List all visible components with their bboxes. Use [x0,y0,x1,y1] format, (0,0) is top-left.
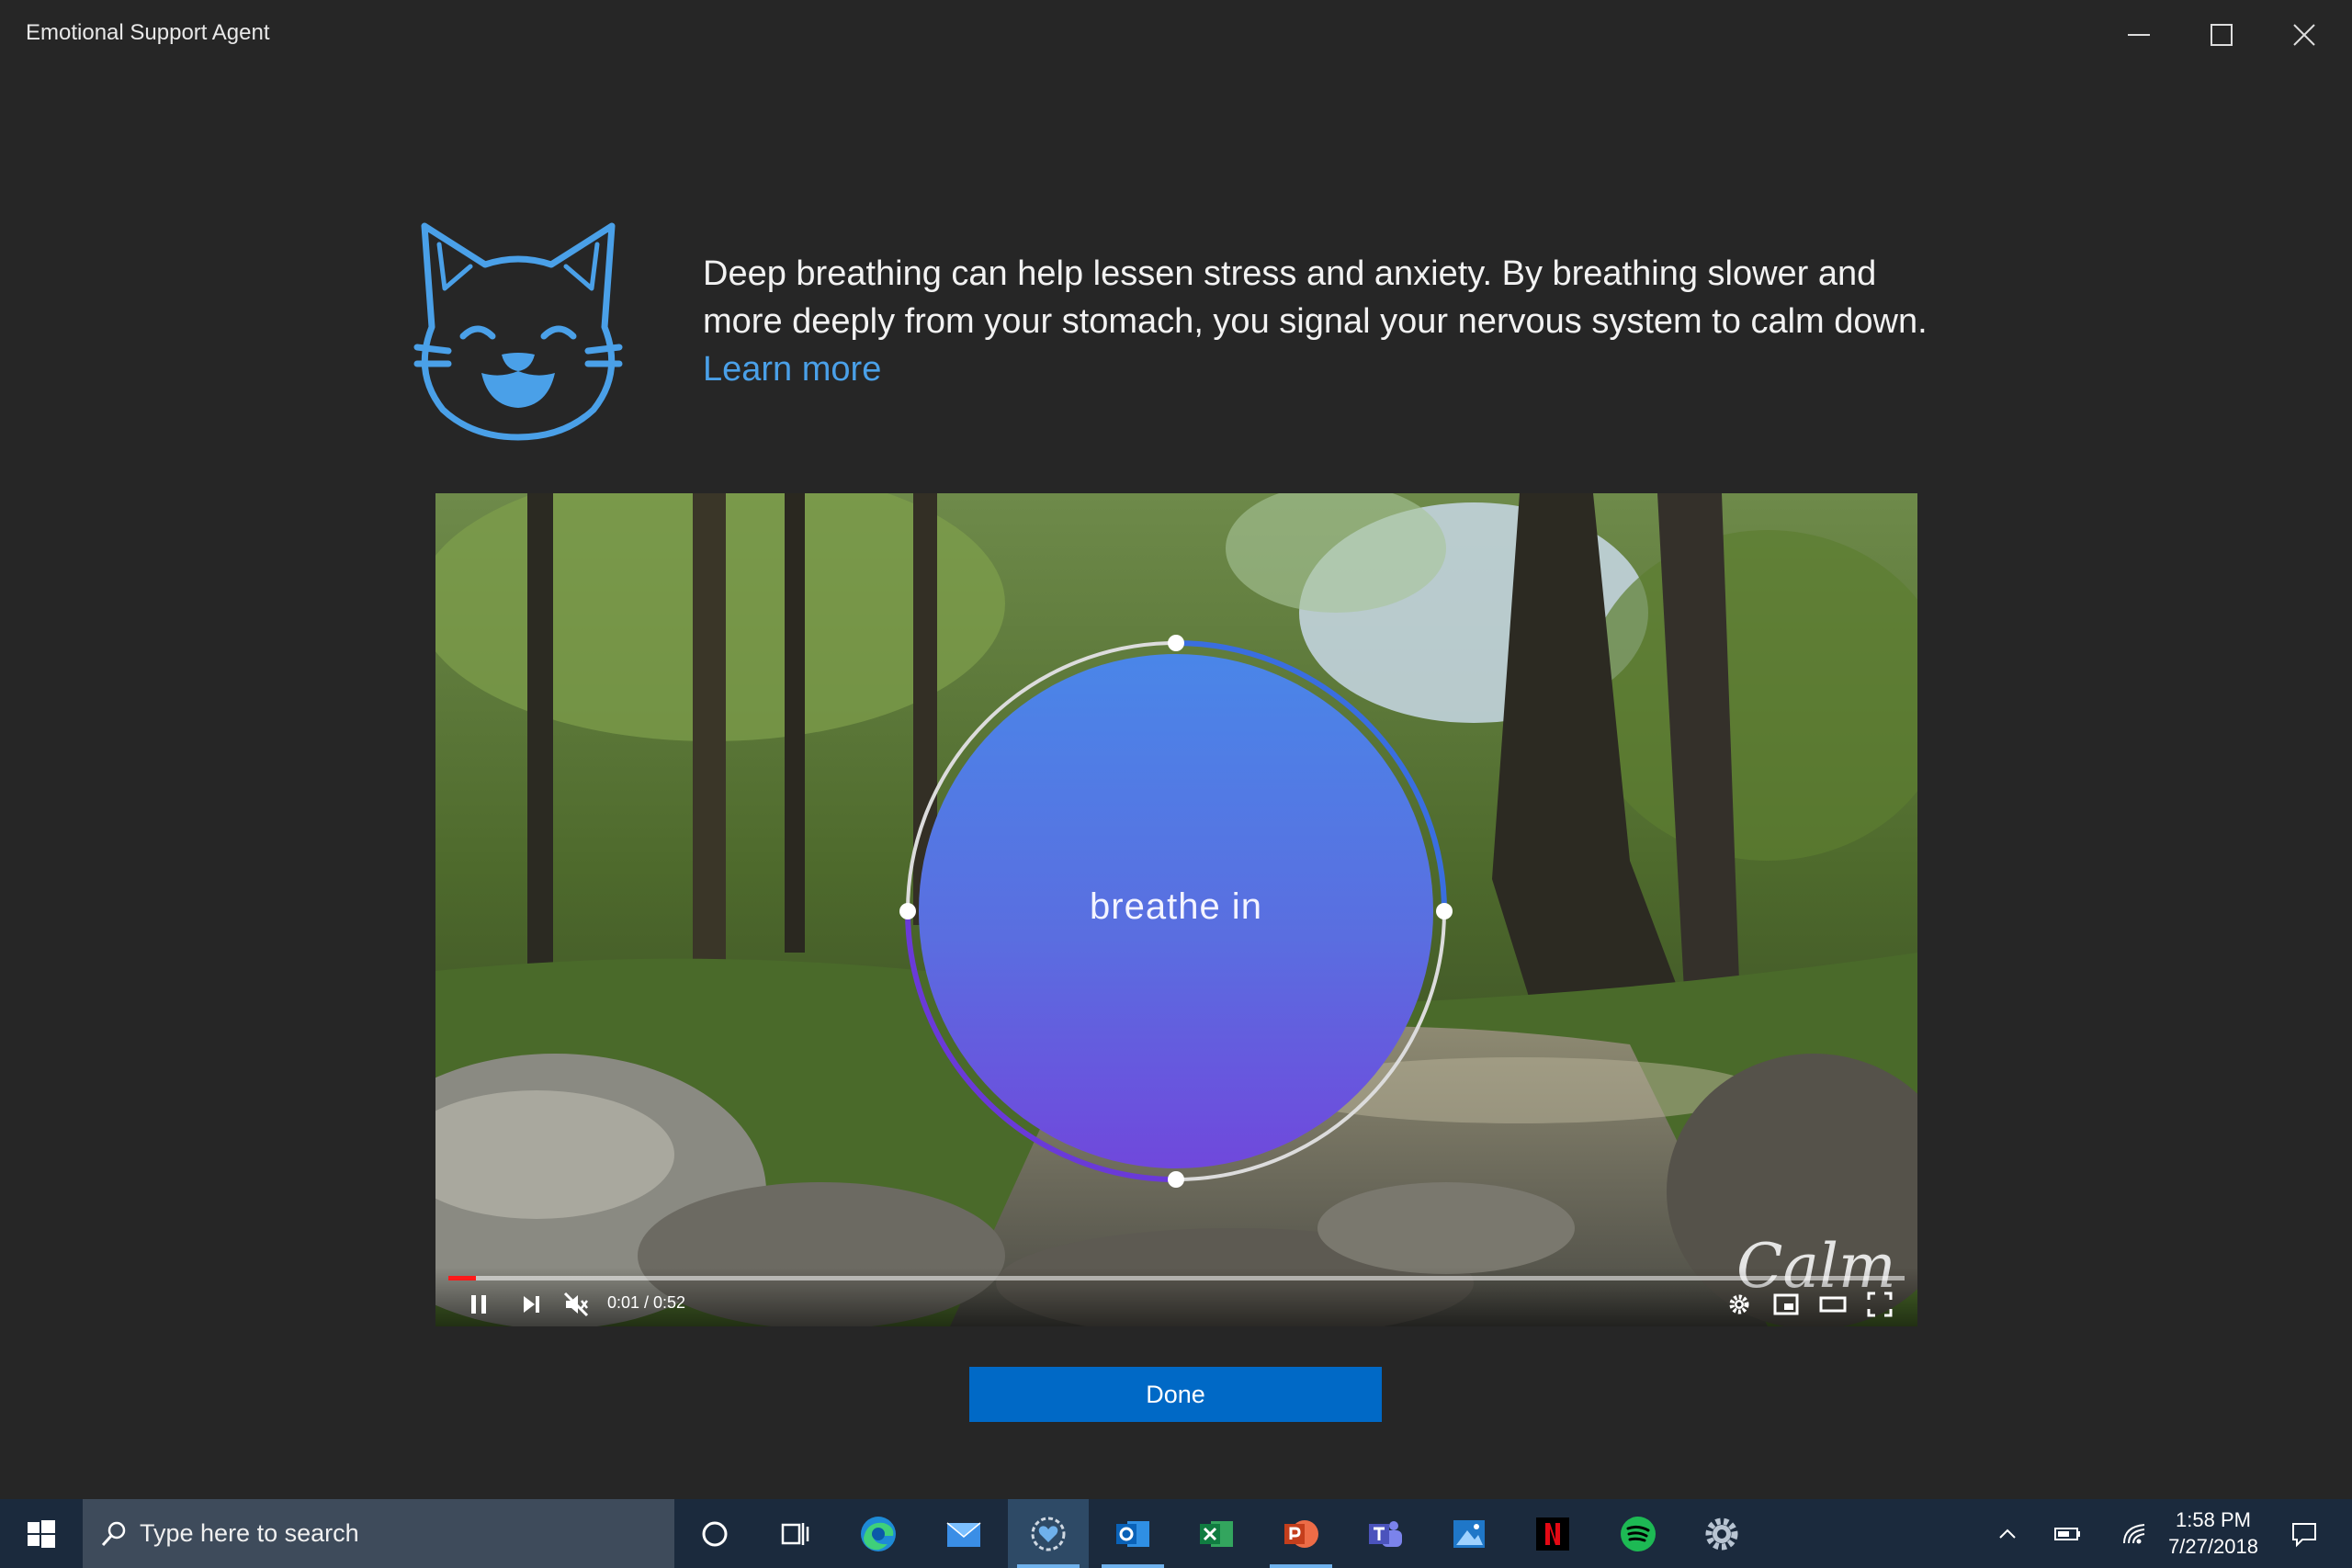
done-button[interactable]: Done [969,1367,1382,1422]
taskbar-emotional-support-agent[interactable] [1008,1499,1089,1568]
mute-button[interactable] [558,1286,594,1323]
battery-icon [2054,1528,2080,1540]
settings-icon [1705,1517,1738,1550]
theater-icon [1819,1296,1847,1313]
taskbar-netflix[interactable] [1512,1499,1593,1568]
teams-icon [1369,1520,1402,1547]
fullscreen-button[interactable] [1861,1286,1898,1323]
miniplayer-icon [1773,1293,1799,1315]
learn-more-link[interactable]: Learn more [703,345,1934,393]
mute-icon [563,1292,589,1317]
cortana-icon [702,1521,728,1546]
battery-button[interactable] [2049,1516,2086,1552]
cat-face-icon [413,222,623,441]
emotional-support-app-icon [1031,1517,1066,1551]
video-progress-fill [448,1276,477,1280]
taskbar: Type here to search 1:58 PM 7/27/2018 [0,1499,2352,1568]
taskbar-powerpoint[interactable] [1261,1499,1341,1568]
powerpoint-icon [1284,1519,1318,1548]
mail-icon [946,1521,981,1547]
task-view-icon [781,1522,809,1545]
show-hidden-icons-button[interactable] [1989,1516,2026,1552]
window-title: Emotional Support Agent [26,20,270,45]
wifi-icon [2123,1524,2145,1544]
task-view-button[interactable] [755,1499,836,1568]
network-button[interactable] [2117,1516,2154,1552]
next-icon [524,1296,539,1313]
close-icon [2293,24,2315,46]
taskbar-spotify[interactable] [1598,1499,1679,1568]
edge-icon [861,1516,896,1551]
video-progress-bar[interactable] [448,1276,1905,1280]
taskbar-excel[interactable] [1176,1499,1257,1568]
clock-date: 7/27/2018 [2168,1535,2258,1558]
title-bar: Emotional Support Agent [0,0,2352,70]
miniplayer-button[interactable] [1768,1286,1804,1323]
taskbar-edge[interactable] [838,1499,919,1568]
photos-icon [1453,1519,1485,1548]
search-icon [101,1521,126,1546]
maximize-button[interactable] [2180,0,2263,70]
close-button[interactable] [2263,0,2346,70]
spotify-icon [1621,1516,1656,1551]
minimize-icon [2128,34,2150,36]
theater-mode-button[interactable] [1815,1286,1851,1323]
action-center-button[interactable] [2286,1516,2323,1552]
search-placeholder: Type here to search [140,1519,359,1547]
breathe-prompt: breathe in [1090,886,1262,927]
fullscreen-icon [1867,1292,1893,1317]
clock-time: 1:58 PM [2176,1508,2251,1531]
maximize-icon [2211,24,2233,46]
outlook-icon [1116,1520,1149,1547]
taskbar-outlook[interactable] [1092,1499,1173,1568]
taskbar-mail[interactable] [923,1499,1004,1568]
settings-button[interactable] [1721,1286,1758,1323]
breathing-message: Deep breathing can help lessen stress an… [703,250,1934,393]
taskbar-teams[interactable] [1345,1499,1426,1568]
video-time: 0:01 / 0:52 [607,1293,686,1312]
next-button[interactable] [513,1286,549,1323]
excel-icon [1200,1520,1233,1547]
minimize-button[interactable] [2098,0,2180,70]
notification-icon [2292,1523,2316,1548]
windows-logo-icon [28,1519,55,1548]
taskbar-settings[interactable] [1681,1499,1762,1568]
netflix-icon [1536,1517,1569,1551]
cortana-button[interactable] [674,1499,755,1568]
start-button[interactable] [0,1499,81,1568]
message-text: Deep breathing can help lessen stress an… [703,254,1928,341]
chevron-up-icon [1999,1529,2016,1539]
settings-icon [1729,1294,1749,1314]
taskbar-search-box[interactable]: Type here to search [83,1499,674,1568]
pause-button[interactable] [460,1286,497,1323]
taskbar-photos[interactable] [1429,1499,1510,1568]
pause-icon [471,1295,486,1314]
taskbar-clock[interactable]: 1:58 PM 7/27/2018 [2150,1506,2277,1560]
